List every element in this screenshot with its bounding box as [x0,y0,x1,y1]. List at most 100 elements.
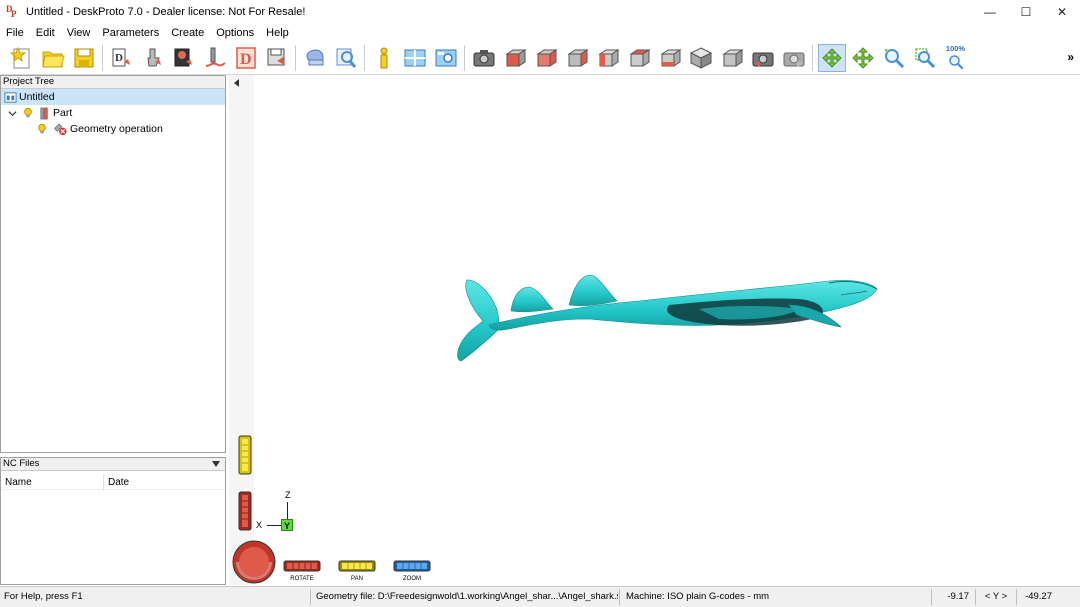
cube-iso-icon [689,47,712,69]
column-header-name[interactable]: Name [1,475,103,489]
zoom-100-icon [948,55,964,70]
simulation-button[interactable] [301,44,329,72]
axis-triad: Z X Y [253,490,303,535]
toolbar-separator [364,45,365,71]
magnifier-icon [336,48,356,68]
zoom-100-label: 100% [945,44,966,53]
pan-mode-button[interactable] [849,44,877,72]
deskproto-logo-icon: DP [6,4,17,19]
menu-options[interactable]: Options [210,24,260,42]
zoom-mode-button[interactable] [880,44,908,72]
pan-bar[interactable] [338,560,376,572]
rotate-bar[interactable] [283,560,321,572]
rotate-mode-button[interactable] [817,44,846,72]
layout-button[interactable] [401,44,429,72]
project-tree-panel: Project Tree Untitled Part Geometry oper… [0,75,226,453]
view-front-button[interactable] [501,44,529,72]
folder-icon [41,51,65,68]
maximize-button[interactable]: ☐ [1008,0,1044,24]
view-iso2-button[interactable] [718,44,746,72]
status-axis-indicator: < Y > [984,591,1008,602]
status-divider [310,589,311,605]
menu-file[interactable]: File [0,24,30,42]
toolbar-separator [295,45,296,71]
nc-files-header: NC Files [1,458,225,471]
tree-item-part[interactable]: Part [1,105,225,121]
pan-control[interactable]: PAN [338,560,378,582]
toolbar-overflow-button[interactable]: » [1067,50,1074,64]
title-bar: DP Untitled - DeskProto 7.0 - Dealer lic… [0,0,1080,24]
camera-redo-icon [783,52,804,67]
view-back-button[interactable] [563,44,591,72]
window-title: Untitled - DeskProto 7.0 - Dealer licens… [26,6,306,18]
status-bar: For Help, press F1 Geometry file: D:\Fre… [0,586,1080,607]
nc-files-column-headers: Name Date [1,475,225,490]
inspect-button[interactable] [332,44,360,72]
info-button[interactable] [370,44,398,72]
toolbar-separator [812,45,813,71]
menu-parameters[interactable]: Parameters [96,24,165,42]
new-project-button[interactable] [8,44,36,72]
chevron-down-icon[interactable] [5,106,19,120]
rotate-slider-vertical[interactable] [238,491,252,531]
status-divider [1016,589,1017,605]
geometry-wizard-button[interactable] [139,44,167,72]
axis-z-label: Z [285,490,291,500]
tree-item-geometry-operation[interactable]: Geometry operation [1,121,225,137]
create-toolpath-button[interactable] [201,44,229,72]
rotate-control[interactable]: ROTATE [283,560,323,582]
image-wizard-icon [174,48,192,67]
nc-files-title: NC Files [3,458,40,469]
cube-right-icon [535,49,558,67]
zoom-bar[interactable] [393,560,431,572]
rotate-dial[interactable] [232,540,276,584]
rotate-label: ROTATE [290,576,314,582]
pan-arrows-icon [851,47,874,69]
save-project-button[interactable] [70,44,98,72]
menu-bar: File Edit View Parameters Create Options… [0,24,1080,42]
project-tree-header: Project Tree [1,76,225,89]
snapshot-button[interactable] [470,44,498,72]
angel-shark-model[interactable] [449,265,879,365]
zoom-control[interactable]: ZOOM [393,560,433,582]
view-left-button[interactable] [594,44,622,72]
menu-create[interactable]: Create [165,24,210,42]
dropdown-arrow-icon[interactable] [212,461,220,467]
next-view-button[interactable] [780,44,808,72]
collapse-panel-arrow-icon[interactable] [234,79,239,87]
floppy-icon [74,48,93,68]
view-iso-button[interactable] [687,44,715,72]
zoom-window-icon [914,48,935,69]
image-wizard-button[interactable] [170,44,198,72]
simulation-icon [305,49,324,66]
lightbulb-icon[interactable] [21,106,35,120]
tree-item-label: Geometry operation [70,123,163,135]
zoom-100-button[interactable]: 100% [942,44,970,72]
vector-wizard-button[interactable]: D [108,44,136,72]
previous-view-button[interactable] [749,44,777,72]
lightbulb-icon[interactable] [35,122,49,136]
view-right-button[interactable] [532,44,560,72]
menu-help[interactable]: Help [260,24,295,42]
view-bottom-button[interactable] [656,44,684,72]
tree-item-untitled[interactable]: Untitled [1,89,225,105]
column-header-date[interactable]: Date [104,475,222,489]
pan-slider-vertical[interactable] [238,435,252,475]
menu-edit[interactable]: Edit [30,24,61,42]
vector-wizard-icon: D [112,48,130,67]
menu-view[interactable]: View [61,24,97,42]
rotate-icon [821,48,842,68]
cube-top-icon [628,49,651,67]
zoom-window-button[interactable] [911,44,939,72]
write-nc-file-button[interactable] [263,44,291,72]
minimize-button[interactable]: — [972,0,1008,24]
cube-front-icon [504,49,527,67]
3d-viewport[interactable]: Z X Y ROTATE PAN ZOOM [229,75,1080,585]
toolbar-separator [102,45,103,71]
d-letter-button[interactable]: D [232,44,260,72]
d-icon: D [235,47,256,69]
view-top-button[interactable] [625,44,653,72]
close-button[interactable]: ✕ [1044,0,1080,24]
open-project-button[interactable] [39,44,67,72]
preview-button[interactable] [432,44,460,72]
